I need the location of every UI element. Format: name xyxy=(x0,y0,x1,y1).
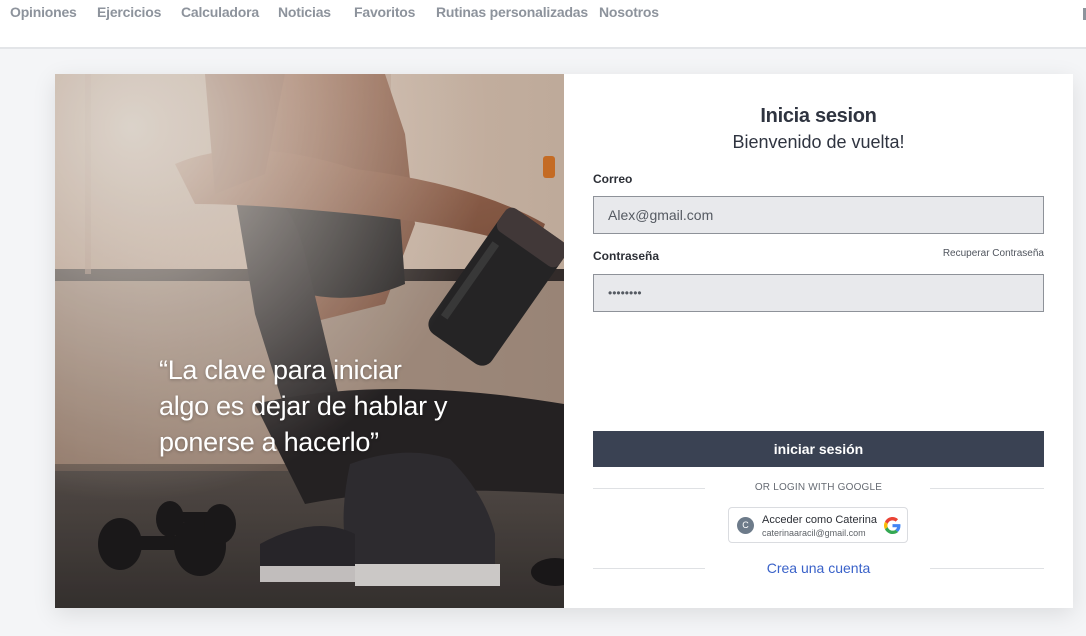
login-form: Inicia sesion Bienvenido de vuelta! Corr… xyxy=(564,74,1073,608)
google-account-email: caterinaaracil@gmail.com xyxy=(762,528,866,538)
google-signin-button[interactable]: C Acceder como Caterina caterinaaracil@g… xyxy=(728,507,908,543)
quote-line: “La clave para iniciar xyxy=(159,355,402,385)
google-logo-icon xyxy=(884,517,901,534)
login-card: “La clave para iniciar algo es dejar de … xyxy=(55,74,1073,608)
avatar: C xyxy=(737,517,754,534)
nav-item-rutinas[interactable]: Rutinas personalizadas xyxy=(436,4,588,20)
email-label: Correo xyxy=(593,172,633,186)
form-subtitle: Bienvenido de vuelta! xyxy=(732,132,905,152)
nav-item-favoritos[interactable]: Favoritos xyxy=(354,4,415,20)
create-account-link[interactable]: Crea una cuenta xyxy=(564,560,1073,576)
nav-item-nosotros[interactable]: Nosotros xyxy=(599,4,659,20)
nav-item-noticias[interactable]: Noticias xyxy=(278,4,331,20)
fitness-photo xyxy=(55,74,564,608)
google-account-name: Acceder como Caterina xyxy=(762,514,877,526)
hero-quote: “La clave para iniciar algo es dejar de … xyxy=(159,352,479,460)
password-label: Contraseña xyxy=(593,249,660,263)
password-field[interactable]: •••••••• xyxy=(593,274,1044,312)
recover-password-link[interactable]: Recuperar Contraseña xyxy=(943,248,1044,259)
top-navigation: Opiniones Ejercicios Calculadora Noticia… xyxy=(0,0,1086,49)
nav-item-ejercicios[interactable]: Ejercicios xyxy=(97,4,161,20)
quote-line: ponerse a hacerlo” xyxy=(159,427,379,457)
quote-line: algo es dejar de hablar y xyxy=(159,391,448,421)
form-title: Inicia sesion xyxy=(760,105,877,127)
email-field[interactable]: Alex@gmail.com xyxy=(593,196,1044,234)
login-button[interactable]: iniciar sesión xyxy=(593,431,1044,467)
hero-image: “La clave para iniciar algo es dejar de … xyxy=(55,74,564,608)
or-login-with-google: OR LOGIN WITH GOOGLE xyxy=(754,482,883,493)
nav-item-calculadora[interactable]: Calculadora xyxy=(181,4,259,20)
nav-item-opiniones[interactable]: Opiniones xyxy=(10,4,77,20)
